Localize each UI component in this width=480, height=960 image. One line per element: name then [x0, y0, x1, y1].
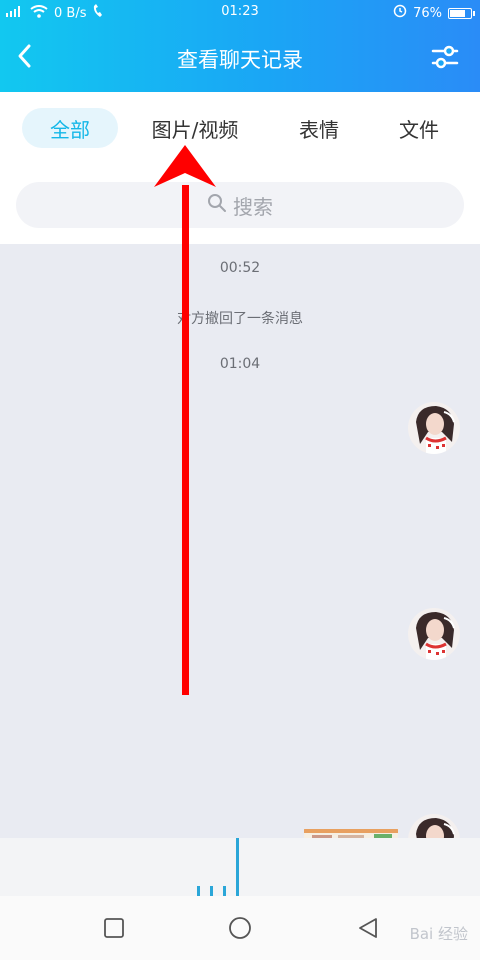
avatar[interactable] [408, 402, 460, 454]
scroll-indicator-icon [197, 838, 239, 896]
system-nav-bar: Bai 经验 [0, 896, 480, 960]
square-icon [104, 918, 124, 938]
bottom-strip [0, 838, 480, 896]
sliders-icon [431, 45, 459, 69]
header: 查看聊天记录 [0, 24, 480, 92]
top-bar: 0 B/s 01:23 76% 查看聊天记录 [0, 0, 480, 92]
red-arrow-annotation [154, 145, 216, 695]
filter-button[interactable] [430, 42, 460, 72]
search-input[interactable]: 搜索 [16, 182, 464, 228]
recents-button[interactable] [102, 916, 126, 940]
home-button[interactable] [228, 916, 252, 940]
status-bar: 0 B/s 01:23 76% [0, 0, 480, 24]
tab-all[interactable]: 全部 [22, 108, 118, 148]
tab-images-videos[interactable]: 图片/视频 [136, 108, 254, 148]
tab-files[interactable]: 文件 [380, 108, 458, 148]
search-placeholder: 搜索 [233, 194, 273, 219]
tab-bar: 全部 图片/视频 表情 文件 [0, 92, 480, 164]
tab-stickers[interactable]: 表情 [280, 108, 358, 148]
back-nav-button[interactable] [356, 916, 380, 940]
battery-text: 76% [413, 5, 442, 21]
avatar[interactable] [408, 608, 460, 660]
timestamp: 01:04 [219, 356, 261, 372]
recall-notice: 对方撤回了一条消息 [177, 311, 303, 327]
timestamp: 00:52 [219, 260, 261, 276]
triangle-back-icon [359, 918, 377, 938]
battery-icon [448, 7, 475, 19]
battery-fill [450, 9, 465, 17]
page-title: 查看聊天记录 [177, 48, 303, 72]
avatar[interactable] [408, 814, 460, 838]
watermark: Bai 经验 [409, 925, 468, 943]
status-right: 76% [393, 4, 475, 22]
image-message-thumbnail[interactable] [304, 828, 398, 838]
chat-history: 00:52 对方撤回了一条消息 01:04 [0, 244, 480, 838]
alarm-icon [393, 4, 407, 22]
search-section: 搜索 [0, 164, 480, 244]
circle-icon [229, 917, 251, 939]
